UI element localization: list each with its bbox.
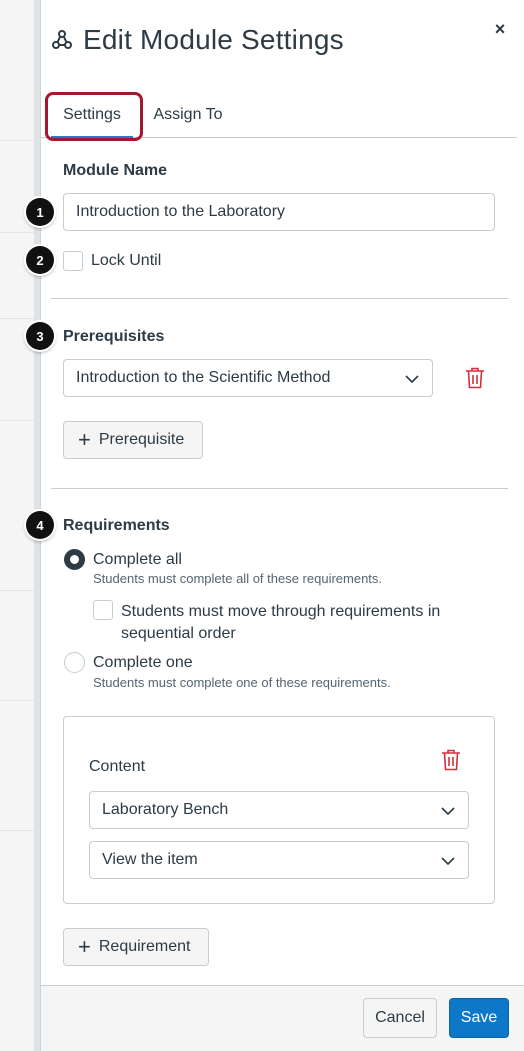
cancel-button[interactable]: Cancel — [363, 998, 437, 1038]
prerequisite-select[interactable]: Introduction to the Scientific Method — [63, 359, 433, 397]
prerequisites-label: Prerequisites — [63, 328, 165, 345]
chevron-down-icon — [441, 857, 455, 866]
module-name-input[interactable] — [63, 193, 495, 231]
modules-icon — [51, 29, 73, 51]
callout-badge-2: 2 — [26, 246, 54, 274]
lock-until-checkbox[interactable] — [63, 251, 83, 271]
complete-all-radio[interactable] — [64, 549, 85, 570]
sequential-order-label-line2: sequential order — [121, 625, 236, 642]
delete-prerequisite-trash-icon[interactable] — [465, 367, 485, 389]
complete-one-label: Complete one — [93, 654, 193, 671]
add-requirement-button[interactable]: + Requirement — [63, 928, 209, 966]
lock-until-label: Lock Until — [91, 252, 162, 269]
edit-module-tray: Edit Module Settings × Settings Assign T… — [40, 0, 524, 1051]
tab-list: Settings Assign To — [41, 92, 517, 141]
complete-one-radio[interactable] — [64, 652, 85, 673]
tab-assign-to[interactable]: Assign To — [143, 92, 233, 138]
page-title: Edit Module Settings — [83, 24, 344, 55]
add-prerequisite-button[interactable]: + Prerequisite — [63, 421, 203, 459]
callout-badge-4: 4 — [26, 511, 54, 539]
prerequisite-selected-value: Introduction to the Scientific Method — [76, 369, 331, 386]
content-label: Content — [89, 758, 146, 775]
requirement-action-select[interactable]: View the item — [89, 841, 469, 879]
complete-all-label: Complete all — [93, 551, 182, 568]
module-name-label: Module Name — [63, 162, 168, 179]
tab-assign-to-label: Assign To — [153, 106, 223, 123]
save-button[interactable]: Save — [449, 998, 509, 1038]
section-divider — [51, 298, 508, 299]
requirement-content-select[interactable]: Laboratory Bench — [89, 791, 469, 829]
close-button[interactable]: × — [489, 18, 511, 40]
close-icon: × — [494, 18, 506, 39]
tab-highlight-callout — [45, 92, 143, 141]
sequential-order-label: Students must move through requirements … — [121, 601, 440, 645]
sequential-order-label-line1: Students must move through requirements … — [121, 603, 441, 620]
complete-one-help-text: Students must complete one of these requ… — [93, 675, 391, 690]
section-divider — [51, 488, 508, 489]
requirement-content-value: Laboratory Bench — [102, 801, 229, 818]
sequential-order-checkbox[interactable] — [93, 600, 113, 620]
complete-all-help-text: Students must complete all of these requ… — [93, 571, 383, 586]
callout-badge-1: 1 — [26, 198, 54, 226]
add-requirement-label: Requirement — [98, 938, 191, 955]
requirement-action-value: View the item — [102, 851, 198, 868]
tab-settings[interactable]: Settings — [45, 92, 143, 141]
plus-icon: + — [78, 427, 91, 452]
tray-footer: Cancel Save — [41, 985, 524, 1051]
tray-header: Edit Module Settings — [51, 18, 344, 62]
chevron-down-icon — [441, 807, 455, 816]
requirements-label: Requirements — [63, 517, 170, 534]
plus-icon: + — [78, 934, 91, 959]
delete-requirement-trash-icon[interactable] — [441, 749, 461, 771]
chevron-down-icon — [405, 375, 419, 384]
add-prerequisite-label: Prerequisite — [98, 431, 185, 448]
callout-badge-3: 3 — [26, 322, 54, 350]
